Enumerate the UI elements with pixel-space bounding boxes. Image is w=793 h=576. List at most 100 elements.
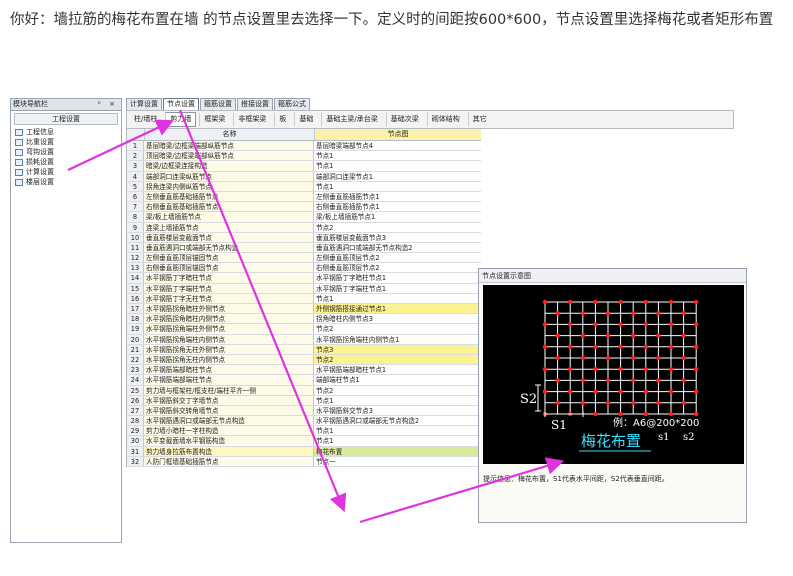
table-row[interactable]: 13 右侧垂直筋顶层锚固节点 右侧垂直筋顶层节点2: [127, 263, 481, 274]
table-row[interactable]: 11 垂直筋遇洞口或端部无节点构造 垂直筋遇洞口或端部无节点构造2: [127, 242, 481, 254]
table-row[interactable]: 27 水平钢筋斜交转角墙节点 水平钢筋斜交节点3: [127, 405, 481, 417]
component-subtab[interactable]: 基础主梁/承台梁: [321, 112, 382, 127]
table-row[interactable]: 22 水平钢筋拐角无柱内侧节点 节点2: [127, 354, 481, 366]
row-node-value[interactable]: 水平钢筋斜交节点3: [314, 406, 481, 415]
table-row[interactable]: 29 剪力墙小暗柱一字柱构造 节点1: [127, 426, 481, 437]
table-row[interactable]: 32 人防门框墙基础插筋节点 节点一: [127, 456, 481, 467]
row-node-value[interactable]: 水平钢筋遇洞口或端部无节点构造2: [314, 416, 481, 425]
nav-item[interactable]: 弯钩设置: [11, 147, 121, 157]
rebar-tie-dot: [593, 389, 598, 394]
settings-tab[interactable]: 计算设置: [126, 98, 162, 110]
row-node-value[interactable]: 垂直筋楼层变截面节点3: [314, 233, 481, 242]
table-row[interactable]: 6 左侧垂直筋基础插筋节点 左侧垂直筋插筋节点1: [127, 191, 481, 203]
row-node-value[interactable]: 左侧垂直筋顶层节点2: [314, 253, 481, 262]
row-node-value[interactable]: 节点一: [314, 457, 481, 466]
row-node-value[interactable]: 外侧钢筋搭接通过节点1: [314, 304, 481, 314]
table-row[interactable]: 25 剪力墙与框架柱/框支柱/端柱平齐一侧 节点2: [127, 385, 481, 396]
table-row[interactable]: 2 顶层暗梁/边框梁端部纵筋节点 节点1: [127, 151, 481, 162]
row-node-value[interactable]: 左侧垂直筋插筋节点1: [314, 192, 481, 201]
floors-icon: [15, 178, 23, 186]
table-row[interactable]: 20 水平钢筋拐角端柱内侧节点 水平钢筋拐角端柱内侧节点1: [127, 334, 481, 345]
table-row[interactable]: 7 右侧垂直筋基础插筋节点 右侧垂直筋插筋节点1: [127, 202, 481, 213]
nav-header-button[interactable]: 工程设置: [14, 113, 118, 125]
row-node-value[interactable]: 节点1: [314, 182, 481, 191]
row-node-value[interactable]: 节点1: [314, 161, 481, 170]
component-subtab[interactable]: 板: [274, 112, 291, 127]
rebar-tie-dot: [643, 367, 648, 372]
table-row[interactable]: 23 水平钢筋端部暗柱节点 水平钢筋端部暗柱节点1: [127, 365, 481, 376]
row-node-value[interactable]: 水平钢筋丁字暗柱节点1: [314, 273, 481, 282]
table-row[interactable]: 16 水平钢筋丁字无柱节点 节点1: [127, 293, 481, 304]
row-node-value[interactable]: 水平钢筋端部暗柱节点1: [314, 365, 481, 374]
table-row[interactable]: 4 端部洞口连梁纵筋节点 端部洞口连梁节点1: [127, 171, 481, 182]
row-node-value[interactable]: 节点1: [314, 436, 481, 445]
table-row[interactable]: 31 剪力墙身拉筋布置构造 梅花布置: [127, 446, 481, 457]
component-subtab[interactable]: 砌体结构: [426, 112, 465, 127]
row-node-value[interactable]: 端部端柱节点1: [314, 375, 481, 384]
nav-item[interactable]: 计算设置: [11, 167, 121, 177]
component-subtab[interactable]: 基础: [294, 112, 318, 127]
row-node-value[interactable]: 节点1: [314, 294, 481, 303]
row-node-value[interactable]: 梅花布置: [314, 446, 481, 456]
rebar-tie-dot: [593, 322, 598, 327]
table-row[interactable]: 15 水平钢筋丁字端柱节点 水平钢筋丁字端柱节点1: [127, 283, 481, 294]
row-node-value[interactable]: 节点3: [314, 344, 481, 354]
settings-tab[interactable]: 箍筋设置: [200, 98, 236, 110]
row-name: 暗梁/边框梁连接构造: [144, 161, 314, 171]
component-subtab[interactable]: 基础次梁: [385, 112, 424, 127]
row-node-value[interactable]: 右侧垂直筋插筋节点1: [314, 202, 481, 211]
component-subtab[interactable]: 柱/墙柱: [129, 112, 162, 127]
table-row[interactable]: 5 拐角连梁内侧纵筋节点 节点1: [127, 181, 481, 192]
row-node-value[interactable]: 拐角暗柱内侧节点3: [314, 314, 481, 323]
nav-window-controls[interactable]: ᵖ ×: [98, 99, 118, 110]
row-node-value[interactable]: 节点1: [314, 396, 481, 405]
table-row[interactable]: 14 水平钢筋丁字暗柱节点 水平钢筋丁字暗柱节点1: [127, 273, 481, 284]
row-node-value[interactable]: 节点2: [314, 386, 481, 395]
settings-tab[interactable]: 箍筋公式: [274, 98, 310, 110]
row-node-value[interactable]: 水平钢筋丁字端柱节点1: [314, 284, 481, 293]
table-row[interactable]: 21 水平钢筋拐角无柱外侧节点 节点3: [127, 344, 481, 355]
component-subtab[interactable]: 框架梁: [199, 112, 230, 127]
table-row[interactable]: 24 水平钢筋端部端柱节点 端部端柱节点1: [127, 375, 481, 386]
row-node-value[interactable]: 水平钢筋拐角端柱内侧节点1: [314, 335, 481, 344]
row-name: 顶层暗梁/边框梁端部纵筋节点: [144, 151, 314, 161]
nav-item[interactable]: 工程信息: [11, 127, 121, 137]
table-row[interactable]: 9 连梁上墙插筋节点 节点2: [127, 222, 481, 233]
row-node-value[interactable]: 基层暗梁端部节点4: [314, 141, 481, 150]
component-subtab[interactable]: 其它: [467, 112, 492, 127]
table-row[interactable]: 1 基层暗梁/边框梁端部纵筋节点 基层暗梁端部节点4: [127, 141, 481, 152]
row-index: 22: [127, 354, 144, 365]
row-index: 23: [127, 365, 144, 375]
rebar-tie-dot: [555, 333, 560, 338]
label-s2: S2: [520, 392, 537, 407]
row-node-value[interactable]: 节点1: [314, 151, 481, 160]
row-node-value[interactable]: 节点2: [314, 354, 481, 365]
row-node-value[interactable]: 节点1: [314, 426, 481, 435]
settings-tab[interactable]: 搭接设置: [237, 98, 273, 110]
row-node-value[interactable]: 梁/板上墙插筋节点1: [314, 212, 481, 221]
row-node-value[interactable]: 端部洞口连梁节点1: [314, 172, 481, 181]
table-row[interactable]: 18 水平钢筋拐角暗柱内侧节点 拐角暗柱内侧节点3: [127, 314, 481, 325]
row-node-value[interactable]: 节点2: [314, 324, 481, 333]
row-node-value[interactable]: 节点2: [314, 223, 481, 232]
table-row[interactable]: 10 垂直筋楼层变截面节点 垂直筋楼层变截面节点3: [127, 232, 481, 243]
table-row[interactable]: 28 水平钢筋遇洞口或端部无节点构造 水平钢筋遇洞口或端部无节点构造2: [127, 416, 481, 427]
table-row[interactable]: 26 水平钢筋斜交丁字墙节点 节点1: [127, 395, 481, 406]
component-subtab[interactable]: 非框架梁: [233, 112, 271, 127]
row-index: 21: [127, 344, 144, 354]
table-row[interactable]: 30 水平变截面墙水平钢筋构造 节点1: [127, 436, 481, 447]
row-name: 水平钢筋拐角端柱外侧节点: [144, 324, 314, 334]
settings-tab[interactable]: 节点设置: [163, 98, 199, 110]
nav-item[interactable]: 楼层设置: [11, 177, 121, 187]
table-row[interactable]: 8 梁/板上墙插筋节点 梁/板上墙插筋节点1: [127, 212, 481, 223]
sub-label-s2: s2: [683, 432, 695, 443]
row-node-value[interactable]: 垂直筋遇洞口或端部无节点构造2: [314, 243, 481, 252]
table-row[interactable]: 3 暗梁/边框梁连接构造 节点1: [127, 161, 481, 172]
nav-item[interactable]: 损耗设置: [11, 157, 121, 167]
table-row[interactable]: 12 左侧垂直筋顶层锚固节点 左侧垂直筋顶层节点2: [127, 253, 481, 264]
table-row[interactable]: 17 水平钢筋拐角暗柱外侧节点 外侧钢筋搭接通过节点1: [127, 304, 481, 315]
component-subtab[interactable]: 剪力墙: [165, 112, 197, 127]
nav-item[interactable]: 比重设置: [11, 137, 121, 147]
table-row[interactable]: 19 水平钢筋拐角端柱外侧节点 节点2: [127, 324, 481, 335]
row-node-value[interactable]: 右侧垂直筋顶层节点2: [314, 263, 481, 272]
